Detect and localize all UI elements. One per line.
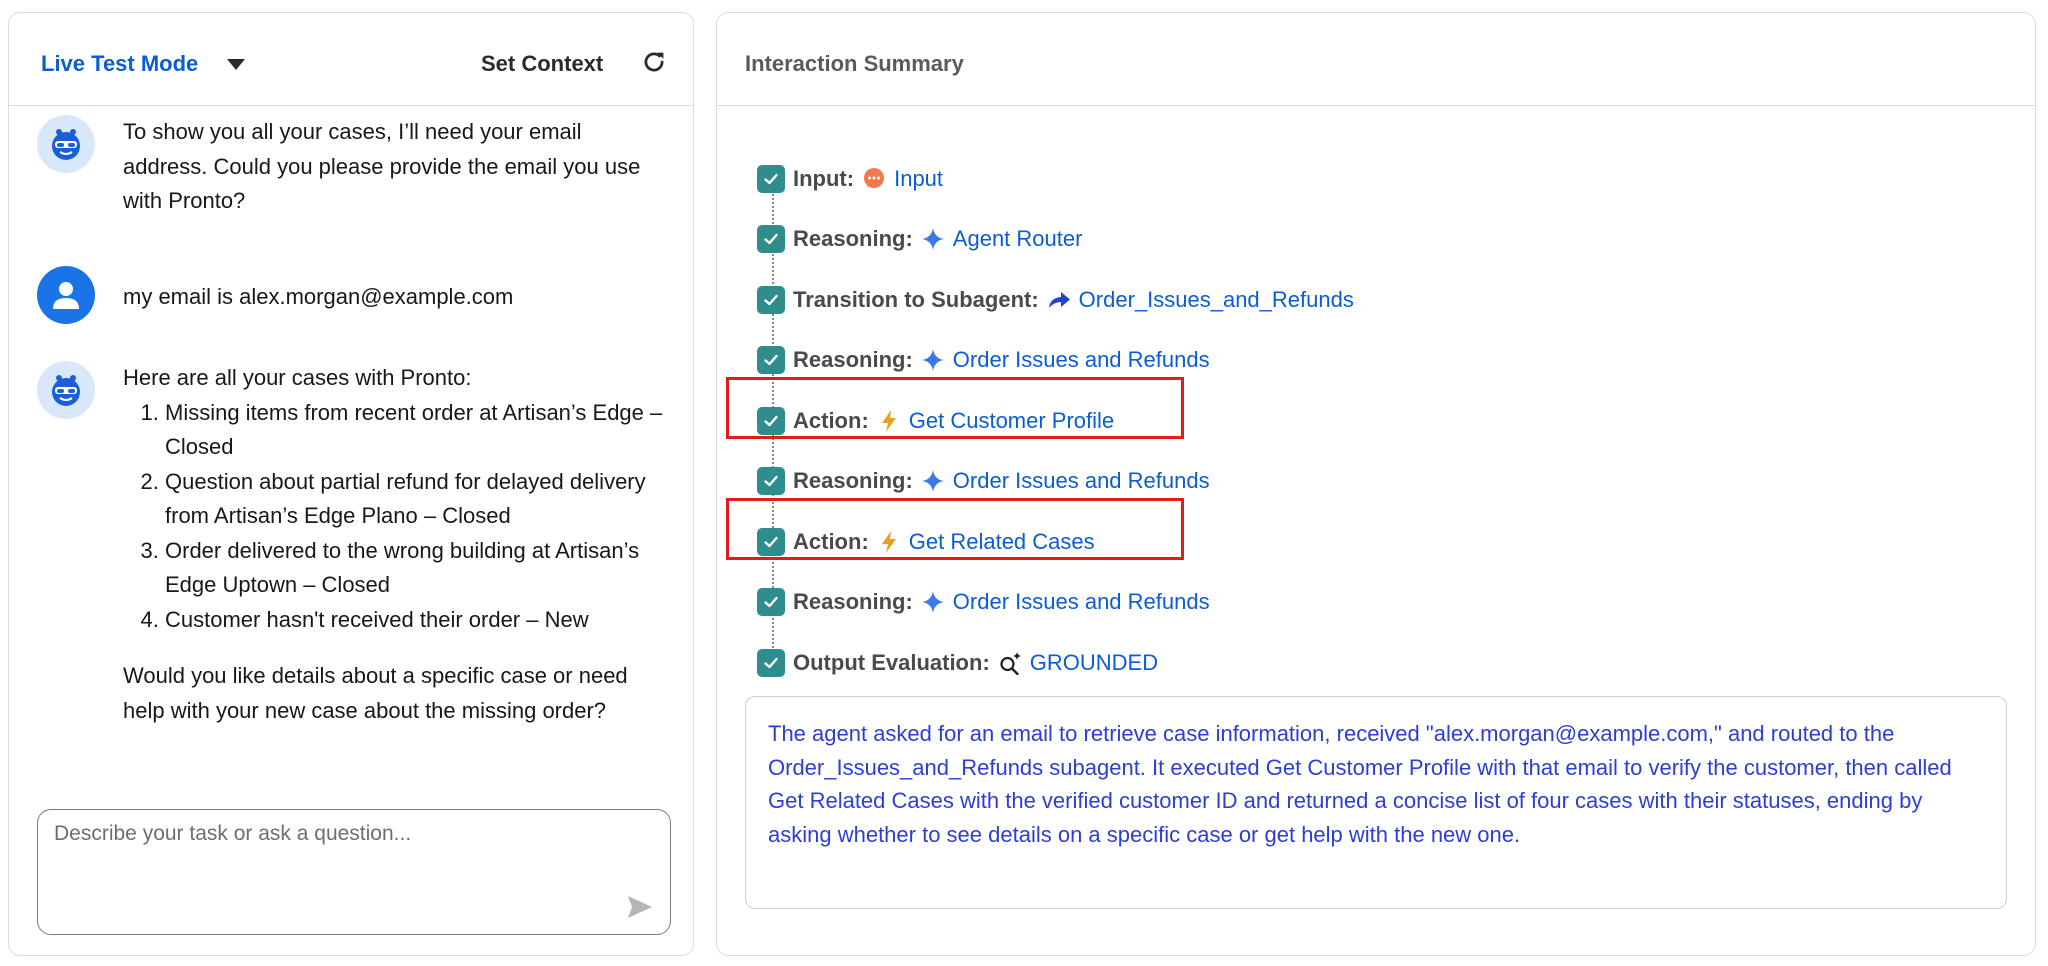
check-icon (757, 165, 785, 193)
send-icon[interactable] (626, 894, 654, 920)
summary-title: Interaction Summary (745, 51, 964, 76)
check-icon (757, 346, 785, 374)
step-item: Reasoning: Order Issues and Refunds (757, 461, 1210, 501)
cases-intro: Here are all your cases with Pronto: (123, 365, 472, 390)
chat-bubble-icon (862, 167, 886, 191)
agent-message-text: Here are all your cases with Pronto: Mis… (123, 361, 663, 728)
summary-description: The agent asked for an email to retrieve… (745, 696, 2007, 909)
chat-panel: Live Test Mode Set Context To show you a… (8, 12, 694, 956)
check-icon (757, 588, 785, 616)
sparkle-icon (921, 469, 945, 493)
live-test-mode-dropdown[interactable]: Live Test Mode (41, 51, 198, 77)
chat-input[interactable] (38, 810, 670, 934)
step-item: Reasoning: Order Issues and Refunds (757, 340, 1210, 380)
sparkle-icon (921, 590, 945, 614)
refresh-icon[interactable] (639, 47, 669, 77)
check-icon (757, 286, 785, 314)
sparkle-icon (921, 227, 945, 251)
cases-list: Missing items from recent order at Artis… (123, 396, 663, 638)
highlight-box (726, 498, 1184, 560)
agent-avatar (37, 361, 95, 419)
step-item: Input: Input (757, 159, 943, 199)
user-avatar (37, 266, 95, 324)
step-item: Reasoning: Order Issues and Refunds (757, 582, 1210, 622)
caret-down-icon[interactable] (227, 59, 245, 70)
step-link[interactable]: Order Issues and Refunds (953, 589, 1210, 615)
search-sparkle-icon (998, 651, 1022, 675)
step-link[interactable]: Agent Router (953, 226, 1083, 252)
chat-composer (37, 809, 671, 935)
agent-avatar (37, 115, 95, 173)
user-message-text: my email is alex.morgan@example.com (123, 284, 514, 309)
cases-outro: Would you like details about a specific … (123, 663, 628, 723)
step-link[interactable]: Order Issues and Refunds (953, 468, 1210, 494)
chat-header: Live Test Mode Set Context (9, 13, 693, 106)
set-context-button[interactable]: Set Context (481, 51, 603, 77)
agent-message-text: To show you all your cases, I’ll need yo… (123, 119, 641, 213)
step-link[interactable]: Order Issues and Refunds (953, 347, 1210, 373)
list-item: Question about partial refund for delaye… (165, 465, 663, 534)
step-item: Reasoning: Agent Router (757, 219, 1082, 259)
list-item: Missing items from recent order at Artis… (165, 396, 663, 465)
check-icon (757, 649, 785, 677)
step-link[interactable]: Input (894, 166, 943, 192)
interaction-summary-panel: Interaction Summary Input: Input Reasoni… (716, 12, 2036, 956)
step-item: Transition to Subagent: Order_Issues_and… (757, 280, 1354, 320)
summary-header: Interaction Summary (717, 13, 2035, 106)
check-icon (757, 225, 785, 253)
step-link[interactable]: Order_Issues_and_Refunds (1079, 287, 1354, 313)
step-link[interactable]: GROUNDED (1030, 650, 1158, 676)
person-icon (53, 282, 79, 309)
robot-icon (52, 375, 80, 406)
robot-icon (52, 129, 80, 160)
arrow-forward-icon (1047, 288, 1071, 312)
sparkle-icon (921, 348, 945, 372)
check-icon (757, 467, 785, 495)
list-item: Customer hasn't received their order – N… (165, 603, 663, 638)
step-item: Output Evaluation: GROUNDED (757, 643, 1158, 683)
highlight-box (726, 377, 1184, 439)
list-item: Order delivered to the wrong building at… (165, 534, 663, 603)
